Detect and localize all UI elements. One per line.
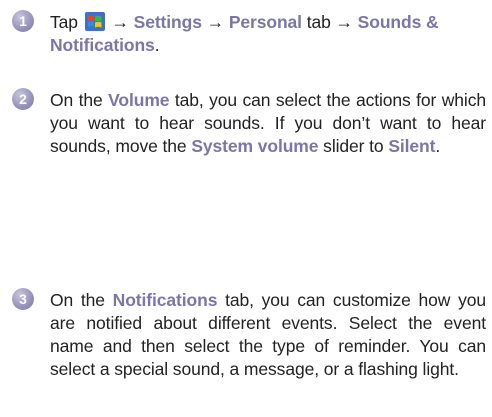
step-number-badge: 2	[12, 88, 34, 110]
step-1-arrow-1: →	[106, 12, 134, 32]
step-1-text: Tap → Settings → Personal tab → Sounds &…	[50, 11, 486, 57]
step-1-suffix: .	[154, 35, 160, 55]
windows-start-icon	[84, 12, 105, 31]
silent-keyword: Silent	[388, 136, 436, 156]
step-1-arrow-2: →	[201, 12, 229, 32]
settings-keyword: Settings	[133, 12, 202, 32]
step-2-text-1: On the	[50, 90, 109, 110]
step-1-mid: tab →	[301, 12, 358, 32]
system-volume-keyword: System volume	[191, 136, 319, 156]
step-1-prefix: Tap	[50, 12, 78, 32]
volume-keyword: Volume	[108, 90, 170, 110]
step-3-text: On the Notifications tab, you can custom…	[50, 289, 486, 381]
personal-keyword: Personal	[228, 12, 302, 32]
step-2-text-4: .	[435, 136, 441, 156]
notifications-keyword: Notifications	[112, 290, 218, 310]
step-number-badge: 3	[12, 288, 34, 310]
step-number-badge: 1	[12, 10, 34, 32]
step-3-text-1: On the	[50, 290, 113, 310]
step-2-text-3: slider to	[318, 136, 389, 156]
step-2-text: On the Volume tab, you can select the ac…	[50, 89, 486, 158]
